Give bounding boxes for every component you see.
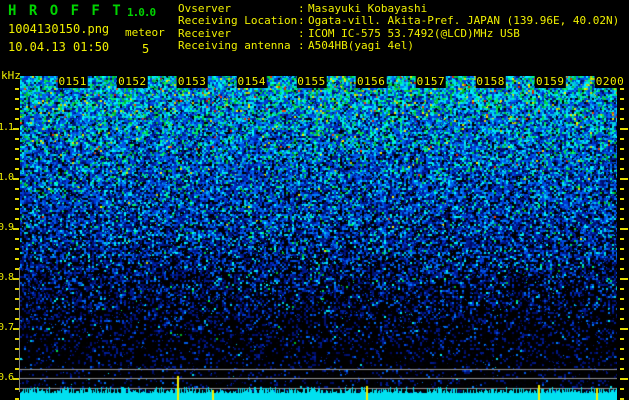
y-major-tick-right (620, 128, 628, 130)
y-major-tick-right (620, 378, 628, 380)
y-minor-tick-right (620, 308, 624, 310)
y-minor-tick-left (15, 198, 19, 200)
info-row: Receiving Location: Ogata-vill. Akita-Pre… (178, 14, 620, 28)
app-version: 1.0.0 (127, 6, 156, 19)
y-minor-tick-left (15, 108, 19, 110)
y-tick-label: 0.7 (0, 322, 14, 333)
x-tick-label: 0158 (475, 75, 506, 88)
plot-left-border (19, 267, 20, 392)
y-minor-tick-right (620, 198, 624, 200)
y-minor-tick-left (15, 98, 19, 100)
info-value: A504HB(yagi 4el) (308, 39, 414, 53)
y-major-tick-right (620, 178, 628, 180)
y-major-tick-right (620, 328, 628, 330)
y-major-tick-left (13, 228, 19, 230)
x-tick-label: 0153 (176, 75, 208, 88)
y-minor-tick-left (15, 338, 19, 340)
y-minor-tick-right (620, 98, 624, 100)
y-tick-label: 1.1 (0, 122, 14, 133)
y-major-tick-left (13, 178, 19, 180)
x-tick-label: 0156 (355, 75, 387, 88)
x-tick-label: 0157 (415, 75, 447, 88)
y-tick-label: 0.8 (0, 272, 14, 283)
y-minor-tick-right (620, 358, 624, 360)
y-minor-tick-right (620, 318, 624, 320)
y-minor-tick-right (620, 348, 624, 350)
y-minor-tick-left (15, 348, 19, 350)
y-tick-label: 1.0 (0, 172, 14, 183)
mode-label: meteor (125, 26, 165, 39)
spectrogram-canvas (20, 76, 617, 400)
timestamp: 10.04.13 01:50 (8, 40, 110, 54)
y-minor-tick-right (620, 288, 624, 290)
app-title: H R O F F T (8, 3, 123, 19)
y-minor-tick-left (15, 258, 19, 260)
y-minor-tick-right (620, 338, 624, 340)
y-minor-tick-right (620, 158, 624, 160)
y-minor-tick-right (620, 208, 624, 210)
y-minor-tick-right (620, 368, 624, 370)
y-minor-tick-right (620, 138, 624, 140)
y-minor-tick-left (15, 248, 19, 250)
y-minor-tick-left (15, 148, 19, 150)
info-separator: : (298, 14, 305, 28)
y-minor-tick-left (15, 168, 19, 170)
y-major-tick-left (13, 278, 19, 280)
y-minor-tick-left (15, 368, 19, 370)
info-label: Receiving antenna (178, 39, 291, 53)
y-minor-tick-left (15, 208, 19, 210)
y-minor-tick-left (15, 288, 19, 290)
y-minor-tick-left (15, 238, 19, 240)
y-minor-tick-left (15, 388, 19, 390)
info-separator: : (298, 39, 305, 53)
y-major-tick-left (13, 128, 19, 130)
y-tick-label: 0.6 (0, 372, 14, 383)
x-tick-label: 0154 (236, 75, 268, 88)
receiver-info-table: Ovserver: Masayuki Kobayashi Receiving Loc… (178, 2, 620, 53)
y-minor-tick-left (15, 298, 19, 300)
y-minor-tick-right (620, 218, 624, 220)
y-minor-tick-left (15, 308, 19, 310)
y-minor-tick-left (15, 188, 19, 190)
hrofft-screen: H R O F F T 1.0.0 1004130150.png meteor … (0, 0, 629, 400)
output-filename: 1004130150.png (8, 22, 110, 36)
y-minor-tick-right (620, 148, 624, 150)
y-minor-tick-right (620, 268, 624, 270)
info-row: Receiving antenna: A504HB(yagi 4el) (178, 39, 619, 53)
y-minor-tick-right (620, 298, 624, 300)
y-tick-label: 0.9 (0, 222, 14, 233)
y-minor-tick-right (620, 118, 624, 120)
y-major-tick-left (13, 328, 19, 330)
meteor-count: 5 (142, 42, 150, 56)
y-minor-tick-right (620, 108, 624, 110)
y-major-tick-right (620, 278, 628, 280)
y-minor-tick-right (620, 188, 624, 190)
y-minor-tick-left (15, 158, 19, 160)
x-tick-label: 0152 (117, 75, 148, 88)
x-tick-label: 0155 (296, 75, 327, 88)
x-tick-label: 0200 (594, 75, 626, 88)
x-tick-label: 0159 (535, 75, 566, 88)
y-minor-tick-left (15, 318, 19, 320)
y-axis-unit-label: kHz (1, 69, 21, 82)
info-value: Ogata-vill. Akita-Pref. JAPAN (139.96E, … (308, 14, 620, 28)
y-minor-tick-right (620, 248, 624, 250)
y-minor-tick-right (620, 168, 624, 170)
y-minor-tick-right (620, 388, 624, 390)
y-minor-tick-left (15, 218, 19, 220)
x-tick-label: 0151 (57, 75, 88, 88)
y-minor-tick-left (15, 138, 19, 140)
y-minor-tick-left (15, 88, 19, 90)
y-major-tick-right (620, 228, 628, 230)
y-minor-tick-left (15, 358, 19, 360)
y-minor-tick-left (15, 268, 19, 270)
info-label: Receiving Location (178, 14, 298, 28)
y-major-tick-left (13, 378, 19, 380)
y-minor-tick-right (620, 88, 624, 90)
y-minor-tick-left (15, 118, 19, 120)
y-minor-tick-right (620, 238, 624, 240)
y-minor-tick-right (620, 258, 624, 260)
